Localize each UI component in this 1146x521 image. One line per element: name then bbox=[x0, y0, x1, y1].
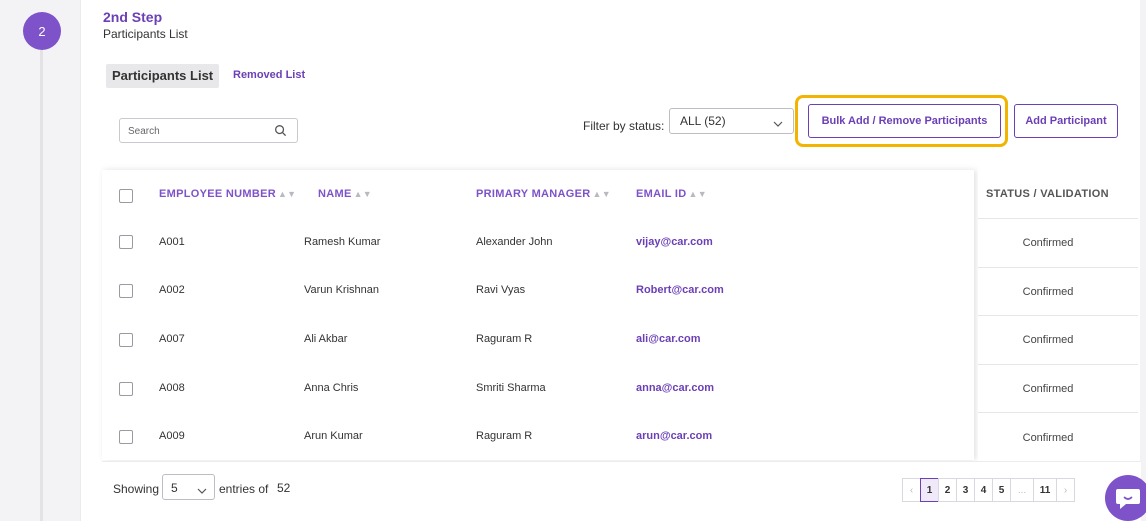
stepper-rail: 2 bbox=[0, 0, 80, 521]
cell-employee-number: A009 bbox=[159, 430, 185, 442]
sort-icon: ▲▼ bbox=[688, 189, 707, 199]
row-checkbox[interactable] bbox=[119, 333, 133, 347]
cell-name: Varun Krishnan bbox=[304, 284, 380, 296]
header-email-id[interactable]: EMAIL ID ▲▼ bbox=[636, 188, 707, 200]
page-4[interactable]: 4 bbox=[974, 478, 993, 502]
cell-primary-manager: Ravi Vyas bbox=[476, 284, 526, 296]
cell-primary-manager: Smriti Sharma bbox=[476, 382, 546, 394]
table-main-section: EMPLOYEE NUMBER ▲▼ NAME ▲▼ PRIMARY MANAGER… bbox=[102, 170, 974, 460]
cell-employee-number: A007 bbox=[159, 333, 185, 345]
row-checkbox[interactable] bbox=[119, 235, 133, 249]
search-input[interactable] bbox=[128, 123, 268, 139]
page-1[interactable]: 1 bbox=[920, 478, 939, 502]
filter-status-value: ALL (52) bbox=[680, 114, 726, 128]
table-row: A002 Varun Krishnan Ravi Vyas Robert@car… bbox=[102, 267, 974, 315]
status-confirmed: Confirmed bbox=[1022, 237, 1074, 249]
table-row: A001 Ramesh Kumar Alexander John vijay@c… bbox=[102, 218, 974, 266]
status-confirmed: Confirmed bbox=[1022, 286, 1074, 298]
filter-status-label: Filter by status: bbox=[583, 119, 665, 133]
cell-email[interactable]: vijay@car.com bbox=[636, 236, 713, 248]
entries-of-label: entries of bbox=[219, 482, 269, 496]
table-status-section: STATUS / VALIDATION Confirmed Confirmed … bbox=[978, 170, 1138, 460]
status-confirmed: Confirmed bbox=[1022, 383, 1074, 395]
tab-participants-list[interactable]: Participants List bbox=[106, 64, 220, 88]
cell-employee-number: A002 bbox=[159, 284, 185, 296]
status-confirmed: Confirmed bbox=[1022, 432, 1074, 444]
cell-employee-number: A008 bbox=[159, 382, 185, 394]
cell-name: Ramesh Kumar bbox=[304, 236, 381, 248]
cell-primary-manager: Alexander John bbox=[476, 236, 553, 248]
status-row: Confirmed bbox=[978, 267, 1138, 315]
bulk-add-remove-button[interactable]: Bulk Add / Remove Participants bbox=[808, 104, 1001, 138]
row-checkbox[interactable] bbox=[119, 284, 133, 298]
cell-name: Anna Chris bbox=[304, 382, 359, 394]
select-all-checkbox[interactable] bbox=[119, 189, 133, 203]
chat-support-button[interactable] bbox=[1105, 475, 1146, 521]
participants-card: 2nd Step Participants List Participants … bbox=[80, 0, 1141, 521]
step-title: 2nd Step bbox=[103, 9, 163, 25]
status-row: Confirmed bbox=[978, 218, 1138, 266]
cell-name: Arun Kumar bbox=[304, 430, 363, 442]
pagination: ‹ 1 2 3 4 5 ... 11 › bbox=[902, 478, 1075, 506]
chevron-down-icon bbox=[197, 483, 207, 497]
sort-icon: ▲▼ bbox=[277, 189, 297, 199]
filter-status-select[interactable]: ALL (52) bbox=[669, 108, 794, 134]
tab-removed-list[interactable]: Removed List bbox=[233, 69, 305, 81]
status-confirmed: Confirmed bbox=[1022, 334, 1074, 346]
cell-email[interactable]: ali@car.com bbox=[636, 333, 701, 345]
chevron-down-icon bbox=[773, 116, 783, 130]
next-page-icon[interactable]: › bbox=[1056, 478, 1075, 502]
search-icon[interactable] bbox=[274, 124, 287, 142]
header-status-validation: STATUS / VALIDATION bbox=[986, 188, 1109, 200]
sort-icon: ▲▼ bbox=[592, 189, 611, 199]
status-row: Confirmed bbox=[978, 315, 1138, 363]
cell-email[interactable]: anna@car.com bbox=[636, 382, 714, 394]
cell-email[interactable]: arun@car.com bbox=[636, 430, 712, 442]
page-11[interactable]: 11 bbox=[1033, 478, 1057, 502]
cell-email[interactable]: Robert@car.com bbox=[636, 284, 724, 296]
page-5[interactable]: 5 bbox=[992, 478, 1011, 502]
page-3[interactable]: 3 bbox=[956, 478, 975, 502]
cell-primary-manager: Raguram R bbox=[476, 333, 533, 345]
chat-icon bbox=[1116, 489, 1140, 509]
page-ellipsis: ... bbox=[1010, 478, 1034, 502]
search-box bbox=[119, 118, 298, 143]
table-row: A008 Anna Chris Smriti Sharma anna@car.c… bbox=[102, 364, 974, 412]
showing-label: Showing bbox=[113, 482, 160, 496]
step-subtitle: Participants List bbox=[103, 27, 188, 41]
page-2[interactable]: 2 bbox=[938, 478, 957, 502]
stepper-connector-line bbox=[40, 50, 43, 521]
entries-per-page-select[interactable]: 5 bbox=[162, 474, 215, 500]
entries-total: 52 bbox=[277, 481, 291, 495]
cell-name: Ali Akbar bbox=[304, 333, 348, 345]
step-number-badge: 2 bbox=[23, 12, 61, 50]
header-primary-manager[interactable]: PRIMARY MANAGER ▲▼ bbox=[476, 188, 611, 200]
table-row: A007 Ali Akbar Raguram R ali@car.com bbox=[102, 315, 974, 363]
cell-primary-manager: Raguram R bbox=[476, 430, 533, 442]
participants-table: EMPLOYEE NUMBER ▲▼ NAME ▲▼ PRIMARY MANAGER… bbox=[102, 170, 1141, 460]
status-row: Confirmed bbox=[978, 364, 1138, 412]
header-name[interactable]: NAME ▲▼ bbox=[318, 188, 372, 200]
row-checkbox[interactable] bbox=[119, 430, 133, 444]
add-participant-button[interactable]: Add Participant bbox=[1014, 104, 1118, 138]
row-checkbox[interactable] bbox=[119, 382, 133, 396]
entries-per-page-value: 5 bbox=[171, 481, 178, 495]
prev-page-icon[interactable]: ‹ bbox=[902, 478, 921, 502]
status-row: Confirmed bbox=[978, 412, 1138, 460]
table-row: A009 Arun Kumar Raguram R arun@car.com bbox=[102, 412, 974, 460]
table-footer: Showing 5 entries of 52 ‹ 1 2 3 4 5 ... … bbox=[102, 461, 1141, 521]
cell-employee-number: A001 bbox=[159, 236, 185, 248]
sort-icon: ▲▼ bbox=[353, 189, 373, 199]
header-employee-number[interactable]: EMPLOYEE NUMBER ▲▼ bbox=[159, 188, 296, 200]
